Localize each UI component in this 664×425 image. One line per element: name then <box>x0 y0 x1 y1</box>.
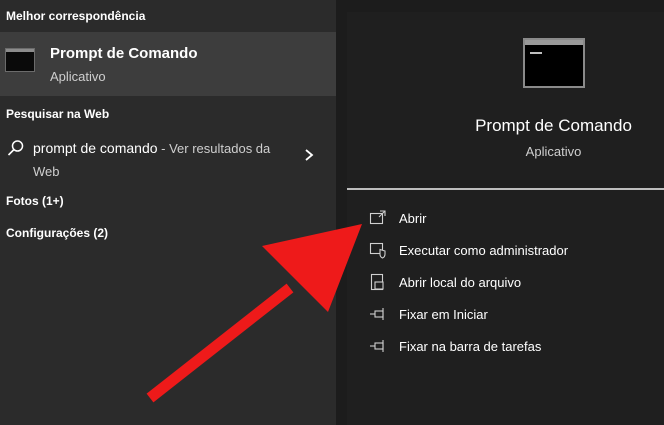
web-heading: Pesquisar na Web <box>6 107 110 121</box>
best-match-title: Prompt de Comando <box>50 45 198 62</box>
detail-title: Prompt de Comando <box>475 116 632 135</box>
best-match-subtitle: Aplicativo <box>50 69 106 84</box>
pin-icon <box>370 308 384 320</box>
web-search-result[interactable]: prompt de comando - Ver resultados da We… <box>0 132 336 182</box>
run-as-admin-icon <box>369 242 386 259</box>
open-icon <box>369 210 386 225</box>
web-result-text: prompt de comando - Ver resultados da We… <box>33 137 273 183</box>
best-match-item[interactable]: Prompt de Comando Aplicativo <box>0 32 336 96</box>
best-match-heading: Melhor correspondência <box>6 9 146 23</box>
file-location-icon <box>370 273 384 291</box>
action-run-as-admin[interactable]: Executar como administrador <box>369 239 659 263</box>
search-results-pane: Melhor correspondência Prompt de Comando… <box>0 0 336 425</box>
photos-category[interactable]: Fotos (1+) <box>6 194 64 208</box>
web-query: prompt de comando <box>33 140 158 156</box>
chevron-right-icon[interactable] <box>302 148 316 162</box>
app-detail-pane: Prompt de Comando Aplicativo Abrir Execu… <box>347 12 664 425</box>
action-pin-start[interactable]: Fixar em Iniciar <box>369 303 659 327</box>
search-icon <box>7 140 24 156</box>
pin-taskbar-icon <box>370 340 384 352</box>
action-label: Abrir local do arquivo <box>399 275 522 290</box>
action-label: Executar como administrador <box>399 243 569 258</box>
detail-subtitle: Aplicativo <box>525 144 582 159</box>
terminal-icon <box>5 48 35 72</box>
action-label: Abrir <box>399 211 427 226</box>
action-pin-taskbar[interactable]: Fixar na barra de tarefas <box>369 335 659 359</box>
terminal-icon <box>523 38 585 88</box>
settings-category[interactable]: Configurações (2) <box>6 226 108 240</box>
action-label: Fixar em Iniciar <box>399 307 488 322</box>
divider <box>347 188 664 190</box>
action-label: Fixar na barra de tarefas <box>399 339 542 354</box>
action-open-file-location[interactable]: Abrir local do arquivo <box>369 271 659 295</box>
action-open[interactable]: Abrir <box>369 207 659 231</box>
